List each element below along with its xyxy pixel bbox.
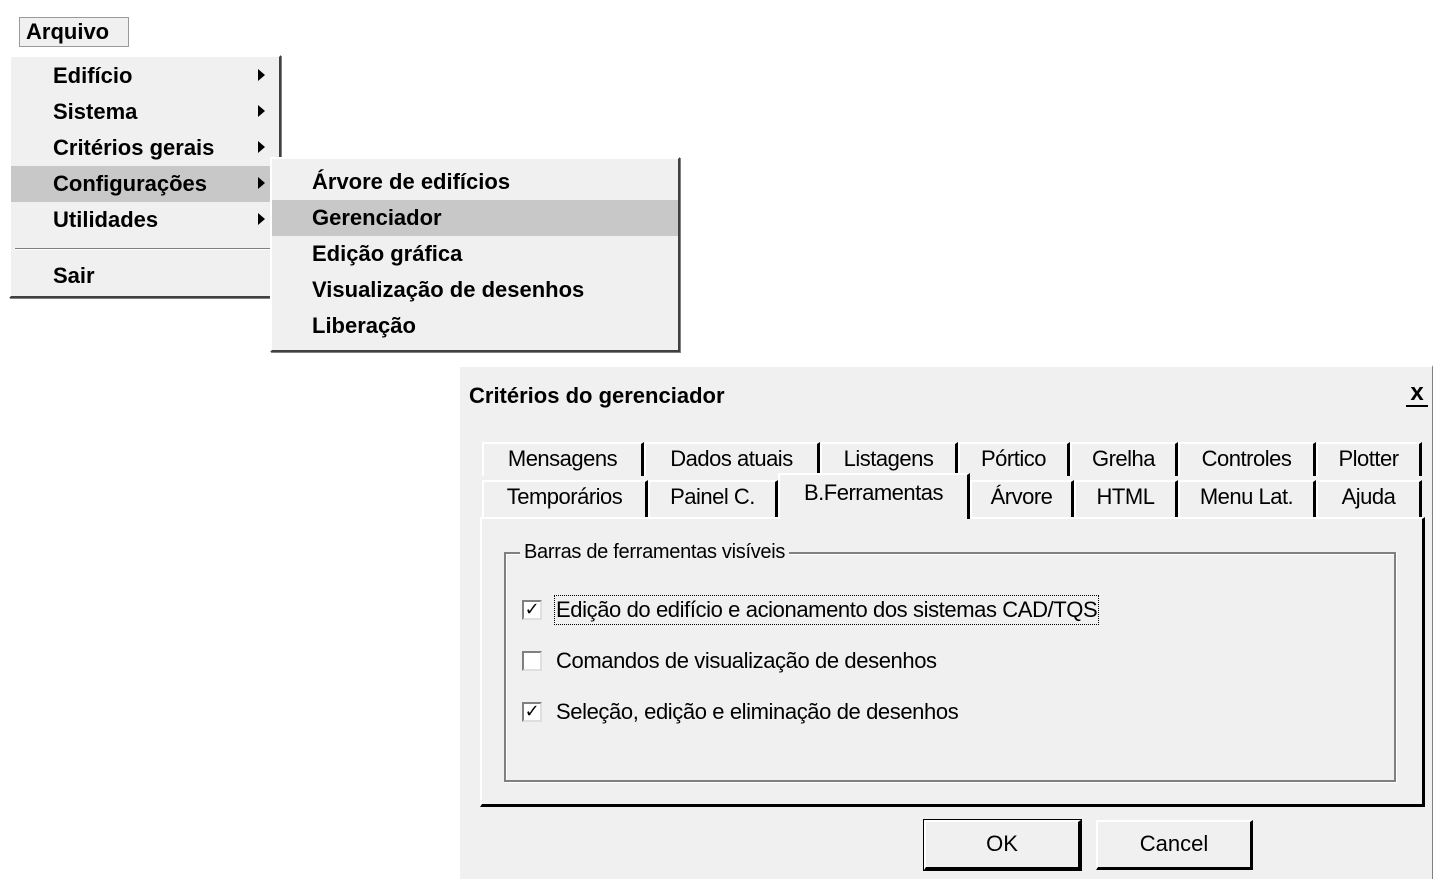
menu-item-label: Utilidades (53, 207, 159, 232)
option-label: Edição do edifício e acionamento dos sis… (553, 595, 1100, 625)
tab-painel-c[interactable]: Painel C. (648, 480, 778, 518)
submenu-arrow-icon (258, 177, 265, 189)
ok-button[interactable]: OK (923, 819, 1082, 871)
menu-item-criterios-gerais[interactable]: Critérios gerais (11, 130, 279, 166)
cancel-button[interactable]: Cancel (1096, 820, 1253, 870)
tab-controles[interactable]: Controles (1178, 442, 1316, 476)
tab-b-ferramentas[interactable]: B.Ferramentas (778, 473, 970, 519)
tab-ajuda[interactable]: Ajuda (1316, 480, 1422, 518)
menu-item-configuracoes[interactable]: Configurações (11, 166, 279, 202)
submenu-item-edicao-grafica[interactable]: Edição gráfica (272, 236, 678, 272)
tab-panel-b-ferramentas: Barras de ferramentas visíveis ✓ Edição … (480, 517, 1425, 807)
checkbox-checked-icon[interactable]: ✓ (522, 702, 542, 722)
menu-item-utilidades[interactable]: Utilidades (11, 202, 279, 238)
checkbox-checked-icon[interactable]: ✓ (522, 600, 542, 620)
criterios-gerenciador-dialog: Critérios do gerenciador x Mensagens Dad… (458, 365, 1433, 879)
tab-html[interactable]: HTML (1074, 480, 1178, 518)
submenu-item-label: Árvore de edifícios (312, 169, 511, 194)
menu-item-sair[interactable]: Sair (11, 258, 279, 294)
option-edicao-edificio[interactable]: ✓ Edição do edifício e acionamento dos s… (522, 595, 1100, 625)
tab-arvore[interactable]: Árvore (970, 480, 1074, 518)
menu-separator (15, 248, 275, 250)
tab-menu-lat[interactable]: Menu Lat. (1178, 480, 1316, 518)
toolbars-groupbox: Barras de ferramentas visíveis ✓ Edição … (504, 540, 1396, 782)
tab-temporarios[interactable]: Temporários (482, 480, 648, 518)
submenu-item-arvore-edificios[interactable]: Árvore de edifícios (272, 164, 678, 200)
menu-item-label: Sair (53, 263, 95, 288)
checkbox-unchecked-icon[interactable] (522, 651, 542, 671)
menu-file[interactable]: Arquivo (19, 17, 129, 47)
option-label: Comandos de visualização de desenhos (556, 648, 937, 673)
menu-item-sistema[interactable]: Sistema (11, 94, 279, 130)
menu-item-edificio[interactable]: Edifício (11, 58, 279, 94)
tab-portico[interactable]: Pórtico (958, 442, 1070, 476)
option-comandos-visualizacao[interactable]: Comandos de visualização de desenhos (522, 647, 937, 675)
tab-plotter[interactable]: Plotter (1316, 442, 1422, 476)
submenu-arrow-icon (258, 105, 265, 117)
submenu-arrow-icon (258, 213, 265, 225)
submenu-item-label: Gerenciador (312, 205, 442, 230)
submenu-item-gerenciador[interactable]: Gerenciador (272, 200, 678, 236)
close-icon[interactable]: x (1406, 381, 1428, 407)
menu-item-label: Configurações (53, 171, 208, 196)
dialog-title: Critérios do gerenciador (469, 383, 725, 408)
submenu-item-liberacao[interactable]: Liberação (272, 308, 678, 344)
configuracoes-submenu: Árvore de edifícios Gerenciador Edição g… (270, 157, 680, 352)
tab-grelha[interactable]: Grelha (1070, 442, 1178, 476)
option-selecao-edicao[interactable]: ✓ Seleção, edição e eliminação de desenh… (522, 698, 959, 726)
submenu-item-label: Visualização de desenhos (312, 277, 585, 302)
dialog-titlebar[interactable]: Critérios do gerenciador x (460, 367, 1432, 419)
option-label: Seleção, edição e eliminação de desenhos (556, 699, 959, 724)
submenu-item-visualizacao-desenhos[interactable]: Visualização de desenhos (272, 272, 678, 308)
submenu-item-label: Edição gráfica (312, 241, 463, 266)
menu-item-label: Sistema (53, 99, 138, 124)
submenu-arrow-icon (258, 69, 265, 81)
tab-mensagens[interactable]: Mensagens (482, 442, 644, 476)
tab-dados-atuais[interactable]: Dados atuais (644, 442, 820, 476)
menu-item-label: Edifício (53, 63, 133, 88)
submenu-item-label: Liberação (312, 313, 416, 338)
tab-listagens[interactable]: Listagens (820, 442, 958, 476)
groupbox-title: Barras de ferramentas visíveis (520, 540, 790, 564)
menu-item-label: Critérios gerais (53, 135, 215, 160)
submenu-arrow-icon (258, 141, 265, 153)
file-menu: Edifício Sistema Critérios gerais Config… (9, 55, 281, 298)
